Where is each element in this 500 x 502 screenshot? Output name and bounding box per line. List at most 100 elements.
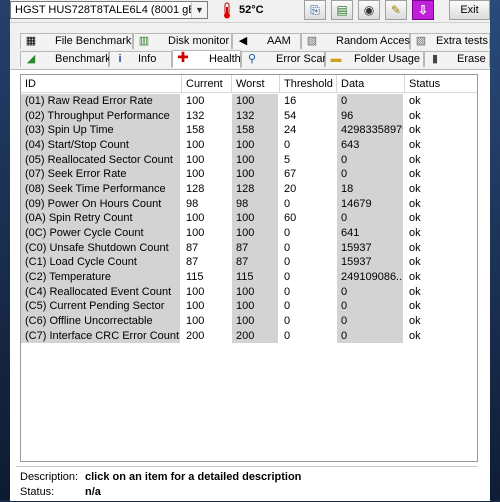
cell-id: (04) Start/Stop Count bbox=[21, 138, 180, 153]
cell-worst: 87 bbox=[232, 240, 278, 256]
cell-status: ok bbox=[409, 329, 421, 342]
table-row[interactable]: (C2) Temperature 115 115 0 249109086... ok bbox=[21, 270, 477, 285]
tab-info[interactable]: i Info bbox=[109, 51, 172, 67]
cell-id: (C0) Unsafe Shutdown Count bbox=[21, 240, 180, 256]
tab-disk-monitor[interactable]: ▥ Disk monitor bbox=[133, 33, 232, 49]
cell-data: 0 bbox=[337, 284, 403, 300]
save-icon: ▤ bbox=[336, 3, 348, 17]
table-row[interactable]: (C0) Unsafe Shutdown Count 87 87 0 15937 ok bbox=[21, 240, 477, 256]
cell-worst: 200 bbox=[232, 328, 278, 344]
table-row[interactable]: (01) Raw Read Error Rate 100 100 16 0 ok bbox=[21, 94, 477, 109]
tab-label: File Benchmark bbox=[55, 35, 132, 47]
cell-threshold: 24 bbox=[284, 124, 297, 137]
download-button[interactable]: ⇩ bbox=[412, 0, 434, 20]
cell-id: (C7) Interface CRC Error Count bbox=[21, 328, 180, 344]
cell-status: ok bbox=[409, 256, 421, 269]
cell-id: (09) Power On Hours Count bbox=[21, 196, 180, 212]
screenshot-button[interactable]: ◉ bbox=[358, 0, 380, 20]
table-row[interactable]: (C5) Current Pending Sector 100 100 0 0 ok bbox=[21, 299, 477, 315]
cell-id: (07) Seek Error Rate bbox=[21, 167, 180, 182]
cell-status: ok bbox=[409, 315, 421, 328]
table-row[interactable]: (0C) Power Cycle Count 100 100 0 641 ok bbox=[21, 226, 477, 241]
column-header-worst[interactable]: Worst bbox=[232, 75, 280, 93]
save-button[interactable]: ▤ bbox=[331, 0, 353, 20]
copy-button[interactable]: ⎘ bbox=[304, 0, 326, 20]
table-row[interactable]: (04) Start/Stop Count 100 100 0 643 ok bbox=[21, 138, 477, 153]
cell-data: 249109086... bbox=[337, 270, 403, 285]
cell-worst: 100 bbox=[232, 94, 278, 109]
trash-icon: ▮ bbox=[431, 53, 439, 65]
tab-label: Info bbox=[138, 53, 157, 65]
cell-status: ok bbox=[409, 227, 421, 240]
column-header-threshold[interactable]: Threshold bbox=[280, 75, 337, 93]
tab-aam[interactable]: ◀ AAM bbox=[232, 33, 301, 49]
cell-worst: 100 bbox=[232, 152, 278, 168]
tab-label: Folder Usage bbox=[354, 53, 421, 65]
cell-data: 0 bbox=[337, 94, 403, 109]
tab-label: Erase bbox=[457, 53, 486, 65]
table-row[interactable]: (07) Seek Error Rate 100 100 67 0 ok bbox=[21, 167, 477, 182]
smart-attributes-table[interactable]: ID Current Worst Threshold Data Status (… bbox=[20, 74, 478, 462]
table-row[interactable]: (C4) Reallocated Event Count 100 100 0 0 ok bbox=[21, 284, 477, 300]
column-header-data[interactable]: Data bbox=[337, 75, 405, 93]
cell-current: 100 bbox=[186, 285, 205, 298]
status-label: Status: bbox=[20, 486, 55, 498]
cell-threshold: 67 bbox=[284, 168, 297, 181]
camera-icon: ◉ bbox=[363, 3, 375, 17]
tab-health[interactable]: ✚ Health bbox=[172, 50, 241, 68]
cell-threshold: 16 bbox=[284, 95, 297, 107]
cell-data: 15937 bbox=[337, 255, 403, 271]
tab-label: Random Access bbox=[336, 35, 416, 47]
cell-status: ok bbox=[409, 197, 421, 210]
temperature-readout: 52°C bbox=[239, 4, 264, 16]
cell-worst: 87 bbox=[232, 255, 278, 271]
cell-current: 132 bbox=[186, 109, 205, 122]
cell-threshold: 0 bbox=[284, 241, 291, 254]
cell-id: (C1) Load Cycle Count bbox=[21, 255, 180, 271]
tab-error-scan[interactable]: ⚲ Error Scan bbox=[241, 51, 329, 67]
file-benchmark-icon: ▦ bbox=[25, 35, 37, 47]
random-access-icon: ▧ bbox=[306, 35, 318, 47]
cell-id: (08) Seek Time Performance bbox=[21, 182, 180, 197]
tab-label: Error Scan bbox=[276, 53, 329, 65]
cell-current: 100 bbox=[186, 95, 205, 107]
cell-id: (C2) Temperature bbox=[21, 270, 180, 285]
table-row[interactable]: (08) Seek Time Performance 128 128 20 18 ok bbox=[21, 182, 477, 197]
error-scan-icon: ⚲ bbox=[247, 53, 257, 65]
table-row[interactable]: (02) Throughput Performance 132 132 54 96 ok bbox=[21, 108, 477, 124]
cell-id: (05) Reallocated Sector Count bbox=[21, 152, 180, 168]
table-row[interactable]: (C6) Offline Uncorrectable 100 100 0 0 ok bbox=[21, 314, 477, 329]
drive-select[interactable]: HGST HUS728T8TALE6L4 (8001 gB) ▼ bbox=[10, 1, 208, 19]
table-row[interactable]: (0A) Spin Retry Count 100 100 60 0 ok bbox=[21, 211, 477, 227]
table-row[interactable]: (C1) Load Cycle Count 87 87 0 15937 ok bbox=[21, 255, 477, 271]
table-row[interactable]: (05) Reallocated Sector Count 100 100 5 0 ok bbox=[21, 152, 477, 168]
cell-status: ok bbox=[409, 168, 421, 181]
exit-button[interactable]: Exit bbox=[449, 0, 490, 20]
tab-erase[interactable]: ▮ Erase bbox=[424, 51, 490, 67]
chevron-down-icon[interactable]: ▼ bbox=[191, 2, 207, 18]
column-header-id[interactable]: ID bbox=[21, 75, 182, 93]
cell-threshold: 0 bbox=[284, 315, 291, 328]
tab-random-access[interactable]: ▧ Random Access bbox=[301, 33, 415, 49]
toolbar: HGST HUS728T8TALE6L4 (8001 gB) ▼ 52°C ⎘ … bbox=[10, 0, 490, 23]
tab-file-benchmark[interactable]: ▦ File Benchmark bbox=[20, 33, 133, 49]
table-row[interactable]: (C7) Interface CRC Error Count 200 200 0 0 ok bbox=[21, 328, 477, 344]
options-button[interactable]: ✎ bbox=[385, 0, 407, 20]
description-area: Description: click on an item for a deta… bbox=[16, 466, 478, 502]
cell-data: 0 bbox=[337, 299, 403, 315]
cell-worst: 100 bbox=[232, 284, 278, 300]
column-header-current[interactable]: Current bbox=[182, 75, 232, 93]
column-header-status[interactable]: Status bbox=[405, 75, 477, 93]
cell-worst: 100 bbox=[232, 211, 278, 227]
tab-folder-usage[interactable]: ▬ Folder Usage bbox=[325, 51, 424, 67]
tab-benchmark[interactable]: ◢ Benchmark bbox=[20, 51, 111, 67]
cell-threshold: 0 bbox=[284, 197, 291, 210]
tab-label: Benchmark bbox=[55, 53, 111, 65]
table-row[interactable]: (09) Power On Hours Count 98 98 0 14679 ok bbox=[21, 196, 477, 212]
description-value: click on an item for a detailed descript… bbox=[85, 471, 302, 483]
cell-current: 100 bbox=[186, 227, 205, 240]
tab-extra-tests[interactable]: ▨ Extra tests bbox=[410, 33, 490, 49]
health-panel: ID Current Worst Threshold Data Status (… bbox=[10, 69, 490, 501]
cell-data: 0 bbox=[337, 211, 403, 227]
table-row[interactable]: (03) Spin Up Time 158 158 24 42983358979 ok bbox=[21, 123, 477, 138]
